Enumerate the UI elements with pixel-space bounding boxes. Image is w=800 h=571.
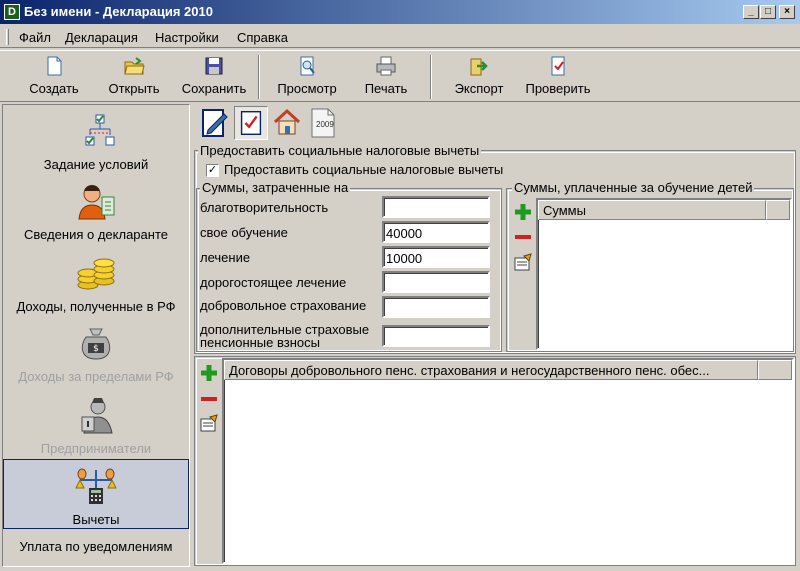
- menu-grip: [6, 29, 9, 45]
- menu-settings[interactable]: Настройки: [155, 30, 219, 45]
- menu-file[interactable]: Файл: [19, 30, 51, 45]
- remove-contract-icon[interactable]: [198, 388, 220, 410]
- house-icon: [273, 108, 301, 135]
- sidebar: Задание условий Сведения о декларанте До…: [2, 104, 190, 567]
- own-education-input[interactable]: [382, 221, 490, 243]
- column-header-sums[interactable]: Суммы: [538, 200, 766, 220]
- sidebar-label-conditions: Задание условий: [43, 157, 149, 172]
- sidebar-label-deductions: Вычеты: [72, 512, 120, 527]
- edit-document-icon: [202, 109, 228, 137]
- save-label: Сохранить: [181, 81, 247, 96]
- toolbar-separator: [430, 55, 432, 99]
- children-education-title: Суммы, уплаченные за обучение детей: [512, 180, 755, 195]
- sidebar-label-entrepreneurs: Предприниматели: [40, 441, 152, 456]
- open-label: Открыть: [108, 81, 160, 96]
- sidebar-item-declarant[interactable]: Сведения о декларанте: [3, 181, 189, 242]
- print-button[interactable]: Печать: [358, 55, 414, 101]
- open-folder-icon: [124, 57, 145, 75]
- tab-social-deductions[interactable]: [234, 106, 268, 140]
- scales-calculator-icon: [75, 468, 117, 504]
- menu-help[interactable]: Справка: [237, 30, 288, 45]
- column-header-contracts[interactable]: Договоры добровольного пенс. страхования…: [224, 360, 758, 380]
- preview-icon: [300, 56, 315, 76]
- sidebar-item-notifications[interactable]: Уплата по уведомлениям: [3, 539, 189, 554]
- money-bag-icon: $: [81, 328, 111, 360]
- voluntary-insurance-input[interactable]: [382, 296, 490, 318]
- check-button[interactable]: Проверить: [520, 55, 596, 101]
- save-button[interactable]: Сохранить: [176, 55, 252, 101]
- check-document-icon: [551, 56, 565, 76]
- label-expensive-treatment: дорогостоящее лечение: [200, 275, 347, 290]
- window-title: Без имени - Декларация 2010: [24, 4, 213, 19]
- remove-icon[interactable]: [512, 226, 534, 248]
- export-label: Экспорт: [454, 81, 504, 96]
- sidebar-label-income-abroad: Доходы за пределами РФ: [18, 369, 174, 384]
- edit-properties-icon[interactable]: [512, 252, 534, 274]
- sidebar-item-income-abroad[interactable]: $ Доходы за пределами РФ: [3, 323, 189, 384]
- children-education-list[interactable]: Суммы: [536, 198, 792, 350]
- edit-contract-icon[interactable]: [198, 413, 220, 435]
- tab-edit[interactable]: [198, 106, 232, 140]
- label-voluntary-insurance: добровольное страхование: [200, 298, 367, 313]
- preview-button[interactable]: Просмотр: [272, 55, 342, 101]
- close-button[interactable]: ×: [779, 5, 795, 19]
- title-bar: D Без имени - Декларация 2010 _ □ ×: [0, 0, 800, 24]
- expensive-treatment-input[interactable]: [382, 271, 490, 293]
- sidebar-item-entrepreneurs[interactable]: Предприниматели: [3, 395, 189, 456]
- pension-contributions-input[interactable]: [382, 325, 490, 347]
- minimize-button[interactable]: _: [743, 5, 759, 19]
- column-header-filler: [758, 360, 792, 380]
- person-icon: [78, 185, 115, 220]
- sidebar-label-income-rf: Доходы, полученные в РФ: [16, 299, 176, 314]
- sidebar-item-conditions[interactable]: Задание условий: [3, 111, 189, 172]
- tab-strip: 2009: [196, 106, 796, 142]
- deductions-panel: 2009 Предоставить социальные налоговые в…: [192, 104, 798, 567]
- tab-year[interactable]: 2009: [306, 106, 340, 140]
- sidebar-label-declarant: Сведения о декларанте: [24, 227, 168, 242]
- charity-input[interactable]: [382, 196, 490, 218]
- sums-spent-title: Суммы, затраченные на: [200, 180, 351, 195]
- create-button[interactable]: Создать: [22, 55, 86, 101]
- checklist-icon: [240, 111, 262, 135]
- entrepreneur-icon: [81, 398, 113, 434]
- menu-declaration[interactable]: Декларация: [65, 30, 138, 45]
- maximize-button[interactable]: □: [760, 5, 776, 19]
- svg-text:$: $: [93, 344, 99, 354]
- app-icon: D: [4, 4, 20, 20]
- flowchart-icon: [85, 114, 115, 146]
- social-deductions-checkbox[interactable]: ✓: [206, 164, 219, 177]
- social-deductions-title: Предоставить социальные налоговые вычеты: [198, 143, 482, 158]
- label-treatment: лечение: [200, 250, 251, 265]
- tab-property[interactable]: [270, 106, 304, 140]
- social-deductions-checkbox-label: Предоставить социальные налоговые вычеты: [224, 162, 504, 177]
- treatment-input[interactable]: [382, 246, 490, 268]
- sidebar-item-deductions[interactable]: Вычеты: [3, 459, 189, 529]
- floppy-disk-icon: [205, 57, 223, 75]
- year-icon-text: 2009: [316, 120, 334, 129]
- column-header-filler: [766, 200, 790, 220]
- preview-label: Просмотр: [277, 81, 337, 96]
- label-pension-contributions-2: пенсионные взносы: [200, 335, 320, 350]
- label-own-education: свое обучение: [200, 225, 288, 240]
- label-charity: благотворительность: [200, 200, 329, 215]
- check-label: Проверить: [525, 81, 591, 96]
- print-label: Печать: [364, 81, 408, 96]
- add-contract-icon[interactable]: [198, 362, 220, 384]
- create-label: Создать: [29, 81, 79, 96]
- sidebar-label-notifications: Уплата по уведомлениям: [19, 539, 173, 554]
- printer-icon: [376, 56, 396, 76]
- contracts-list[interactable]: Договоры добровольного пенс. страхования…: [222, 358, 794, 564]
- open-button[interactable]: Открыть: [102, 55, 166, 101]
- sidebar-item-income-rf[interactable]: Доходы, полученные в РФ: [3, 253, 189, 314]
- menu-bar: Файл Декларация Настройки Справка: [0, 26, 800, 48]
- coins-icon: [77, 258, 115, 290]
- new-file-icon: [47, 56, 62, 76]
- add-icon[interactable]: [512, 201, 534, 223]
- toolbar: Создать Открыть Сохранить Просмотр Печат…: [0, 50, 800, 102]
- toolbar-separator: [258, 55, 260, 99]
- export-icon: [470, 58, 488, 76]
- export-button[interactable]: Экспорт: [448, 55, 510, 101]
